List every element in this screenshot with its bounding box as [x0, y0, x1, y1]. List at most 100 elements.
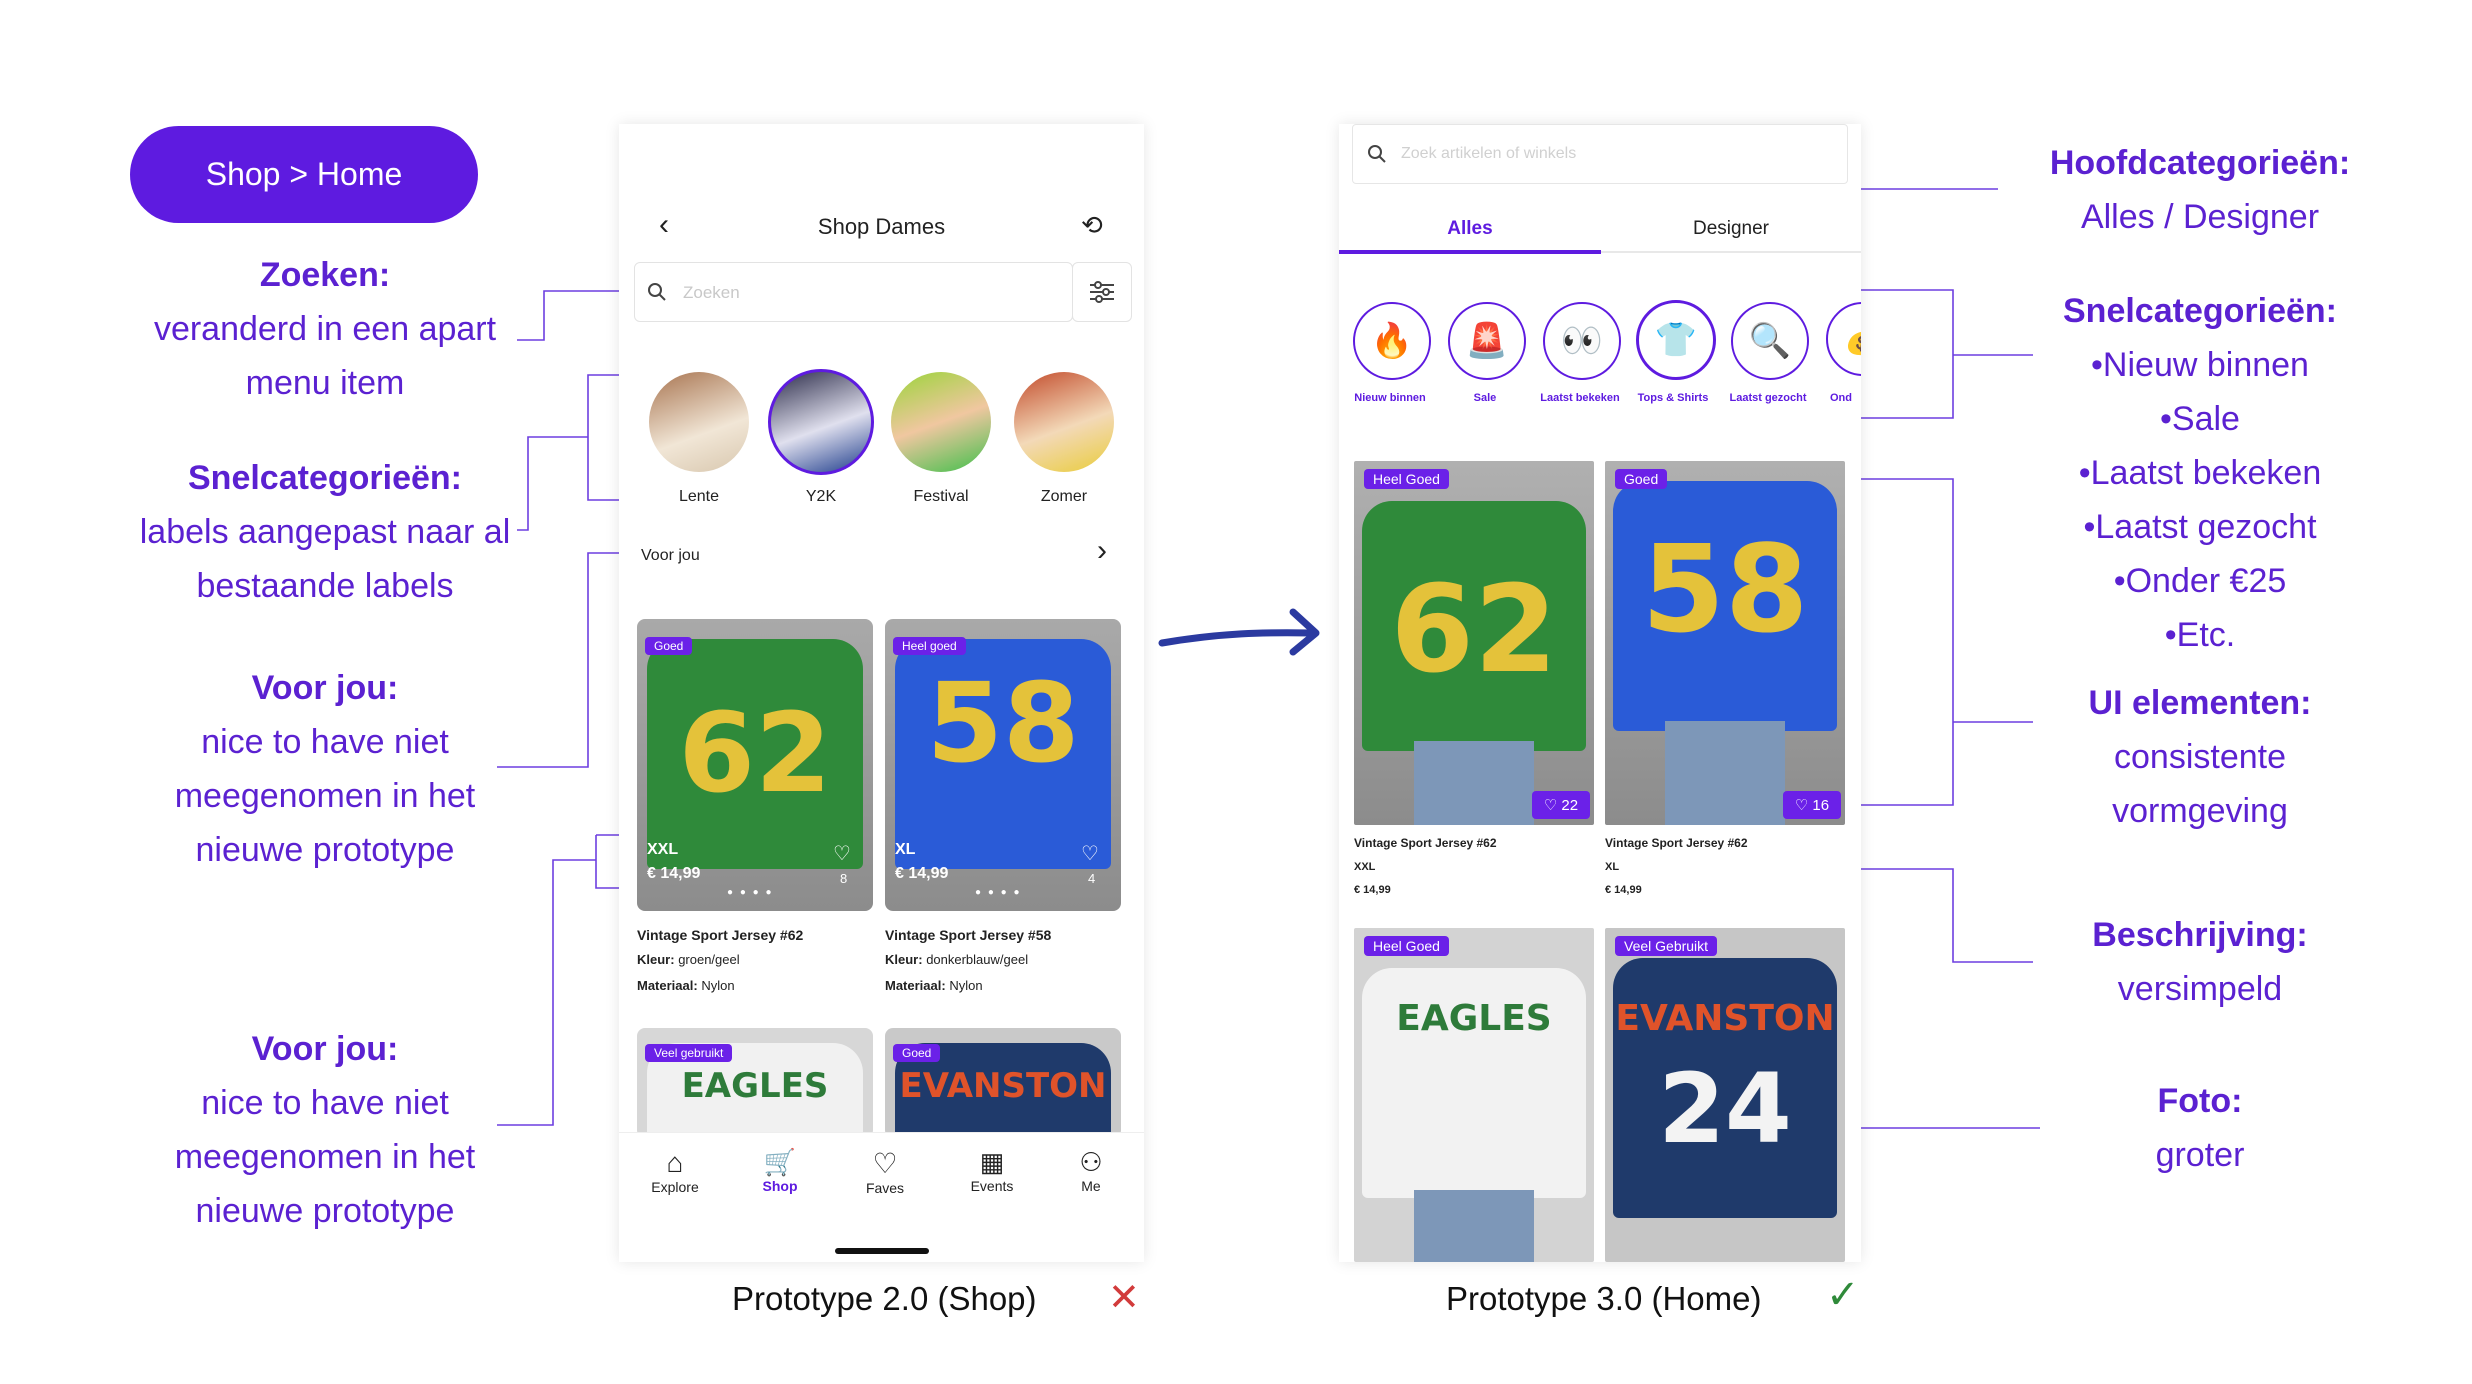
product-photo[interactable]: 62 Goed XXL € 14,99 ♡ 8 ● ● ● ● — [637, 619, 873, 911]
search-placeholder: Zoek artikelen of winkels — [1401, 145, 1577, 162]
product-photo[interactable]: 62 Heel Goed ♡ 22 — [1354, 461, 1594, 825]
note-line: nice to have niet — [201, 1084, 449, 1122]
color-label: Kleur: — [637, 952, 675, 967]
fire-icon[interactable]: 🔥 — [1353, 302, 1431, 380]
home-icon: ⌂ — [666, 1147, 684, 1178]
note-zoeken: Zoeken: veranderd in een apart menu item — [120, 248, 530, 410]
heart-icon[interactable]: ♡ — [1081, 841, 1099, 866]
jeans-graphic — [1665, 721, 1785, 825]
nav-explore[interactable]: ⌂ Explore — [645, 1147, 705, 1195]
note-line: bestaande labels — [196, 567, 454, 605]
nav-events[interactable]: ▦ Events — [957, 1147, 1027, 1194]
search-input[interactable]: Zoek artikelen of winkels — [1352, 124, 1848, 184]
product-photo[interactable]: 58 Heel goed XL € 14,99 ♡ 4 ● ● ● ● — [885, 619, 1121, 911]
note-hoofdcategorieen: Hoofdcategorieën: Alles / Designer — [2020, 136, 2380, 244]
condition-badge: Goed — [1615, 469, 1668, 489]
note-snelcategorieen-left: Snelcategorieën: labels aangepast naar a… — [105, 451, 545, 613]
jersey-number: 62 — [678, 689, 832, 817]
shirt-icon[interactable]: 👕 — [1636, 300, 1716, 380]
note-foto: Foto: groter — [2040, 1074, 2360, 1182]
condition-badge: Goed — [645, 637, 693, 655]
magnifier-icon[interactable]: 🔍 — [1731, 302, 1809, 380]
note-line: meegenomen in het — [174, 1138, 476, 1176]
product-photo[interactable]: EAGLES Heel Goed — [1354, 928, 1594, 1262]
money-bag-icon[interactable]: 💰 — [1826, 302, 1861, 376]
like-button[interactable]: ♡ 16 — [1783, 791, 1841, 819]
note-line: •Laatst gezocht — [2083, 508, 2317, 546]
category-label: Ond — [1830, 392, 1852, 404]
nav-label: Shop — [762, 1178, 798, 1194]
calendar-icon: ▦ — [979, 1147, 1005, 1177]
product-photo[interactable]: EVANSTON 24 Veel Gebruikt — [1605, 928, 1845, 1262]
category-label: Sale — [1473, 392, 1497, 404]
nav-shop[interactable]: 🛒 Shop — [750, 1147, 810, 1194]
note-line: •Etc. — [2164, 616, 2236, 654]
search-input[interactable]: Zoeken — [634, 262, 1073, 322]
product-photo[interactable]: 58 Goed ♡ 16 — [1605, 461, 1845, 825]
product-photo[interactable]: EAGLES Veel gebruikt — [637, 1028, 873, 1138]
prototype-2-caption: Prototype 2.0 (Shop) — [732, 1280, 1037, 1317]
tab-active-indicator — [1339, 250, 1601, 254]
note-ui-elementen: UI elementen: consistente vormgeving — [2040, 676, 2360, 838]
note-title: Voor jou: — [251, 1030, 399, 1068]
jersey-number: 58 — [926, 659, 1080, 787]
like-button[interactable]: ♡ 22 — [1532, 791, 1590, 819]
siren-icon[interactable]: 🚨 — [1448, 302, 1526, 380]
cart-icon: 🛒 — [763, 1147, 797, 1177]
note-snelcategorieen-right: Snelcategorieën: •Nieuw binnen •Sale •La… — [2040, 284, 2360, 662]
carousel-dots: ● ● ● ● — [727, 887, 774, 898]
jersey-text: EVANSTON — [899, 1066, 1107, 1106]
nav-label: Me — [1081, 1178, 1101, 1194]
story-avatar[interactable] — [891, 372, 991, 472]
product-name: Vintage Sport Jersey #62 — [637, 927, 804, 943]
material-label: Materiaal: — [885, 978, 946, 993]
nav-faves[interactable]: ♡ Faves — [855, 1147, 915, 1196]
jersey-number: 24 — [1658, 1053, 1792, 1165]
eyes-icon[interactable]: 👀 — [1543, 302, 1621, 380]
jersey-text: EVANSTON — [1615, 998, 1835, 1039]
history-icon[interactable]: ⟲ — [1081, 210, 1103, 241]
note-line: veranderd in een apart — [153, 310, 497, 348]
story-avatar-active[interactable] — [768, 369, 874, 475]
category-label: Nieuw binnen — [1354, 392, 1426, 404]
condition-badge: Veel Gebruikt — [1615, 936, 1718, 956]
note-voor-jou-2: Voor jou: nice to have niet meegenomen i… — [120, 1022, 530, 1238]
nav-me[interactable]: ⚇ Me — [1061, 1147, 1121, 1194]
product-name: Vintage Sport Jersey #62 — [1605, 836, 1748, 850]
prototype-3-phone: Zoek artikelen of winkels Alles Designer… — [1339, 124, 1861, 1262]
story-avatar[interactable] — [1014, 372, 1114, 472]
heart-icon[interactable]: ♡ — [833, 841, 851, 866]
material-value: Nylon — [949, 978, 983, 993]
jersey-text: EAGLES — [1396, 998, 1552, 1039]
category-label: Tops & Shirts — [1637, 392, 1709, 404]
note-title: UI elementen: — [2088, 684, 2312, 722]
heart-icon: ♡ — [872, 1148, 898, 1179]
note-title: Hoofdcategorieën: — [2049, 144, 2351, 182]
product-photo[interactable]: EVANSTON Goed — [885, 1028, 1121, 1138]
chevron-right-icon[interactable]: › — [1097, 534, 1107, 568]
home-indicator — [835, 1248, 929, 1254]
tab-designer[interactable]: Designer — [1601, 218, 1861, 240]
like-count: 4 — [1088, 871, 1096, 886]
like-count: 22 — [1561, 796, 1579, 814]
note-line: consistente — [2114, 738, 2286, 776]
like-count: 8 — [840, 871, 848, 886]
note-line: nice to have niet — [201, 723, 449, 761]
search-icon — [1368, 145, 1386, 163]
note-line: nieuwe prototype — [195, 1192, 455, 1230]
shop-home-pill: Shop > Home — [130, 126, 478, 223]
nav-label: Events — [970, 1178, 1014, 1194]
note-line: menu item — [245, 364, 405, 402]
heart-icon: ♡ — [1794, 797, 1809, 814]
category-label: Laatst bekeken — [1540, 392, 1620, 404]
filter-button[interactable] — [1072, 262, 1132, 322]
note-line: versimpeld — [2117, 970, 2283, 1008]
price-label: € 14,99 — [895, 865, 949, 882]
tab-alles[interactable]: Alles — [1339, 218, 1601, 240]
product-name: Vintage Sport Jersey #62 — [1354, 836, 1497, 850]
product-size: XXL — [1354, 861, 1376, 873]
color-value: donkerblauw/geel — [926, 952, 1029, 967]
condition-badge: Veel gebruikt — [645, 1044, 733, 1062]
note-line: •Laatst bekeken — [2078, 454, 2322, 492]
story-avatar[interactable] — [649, 372, 749, 472]
